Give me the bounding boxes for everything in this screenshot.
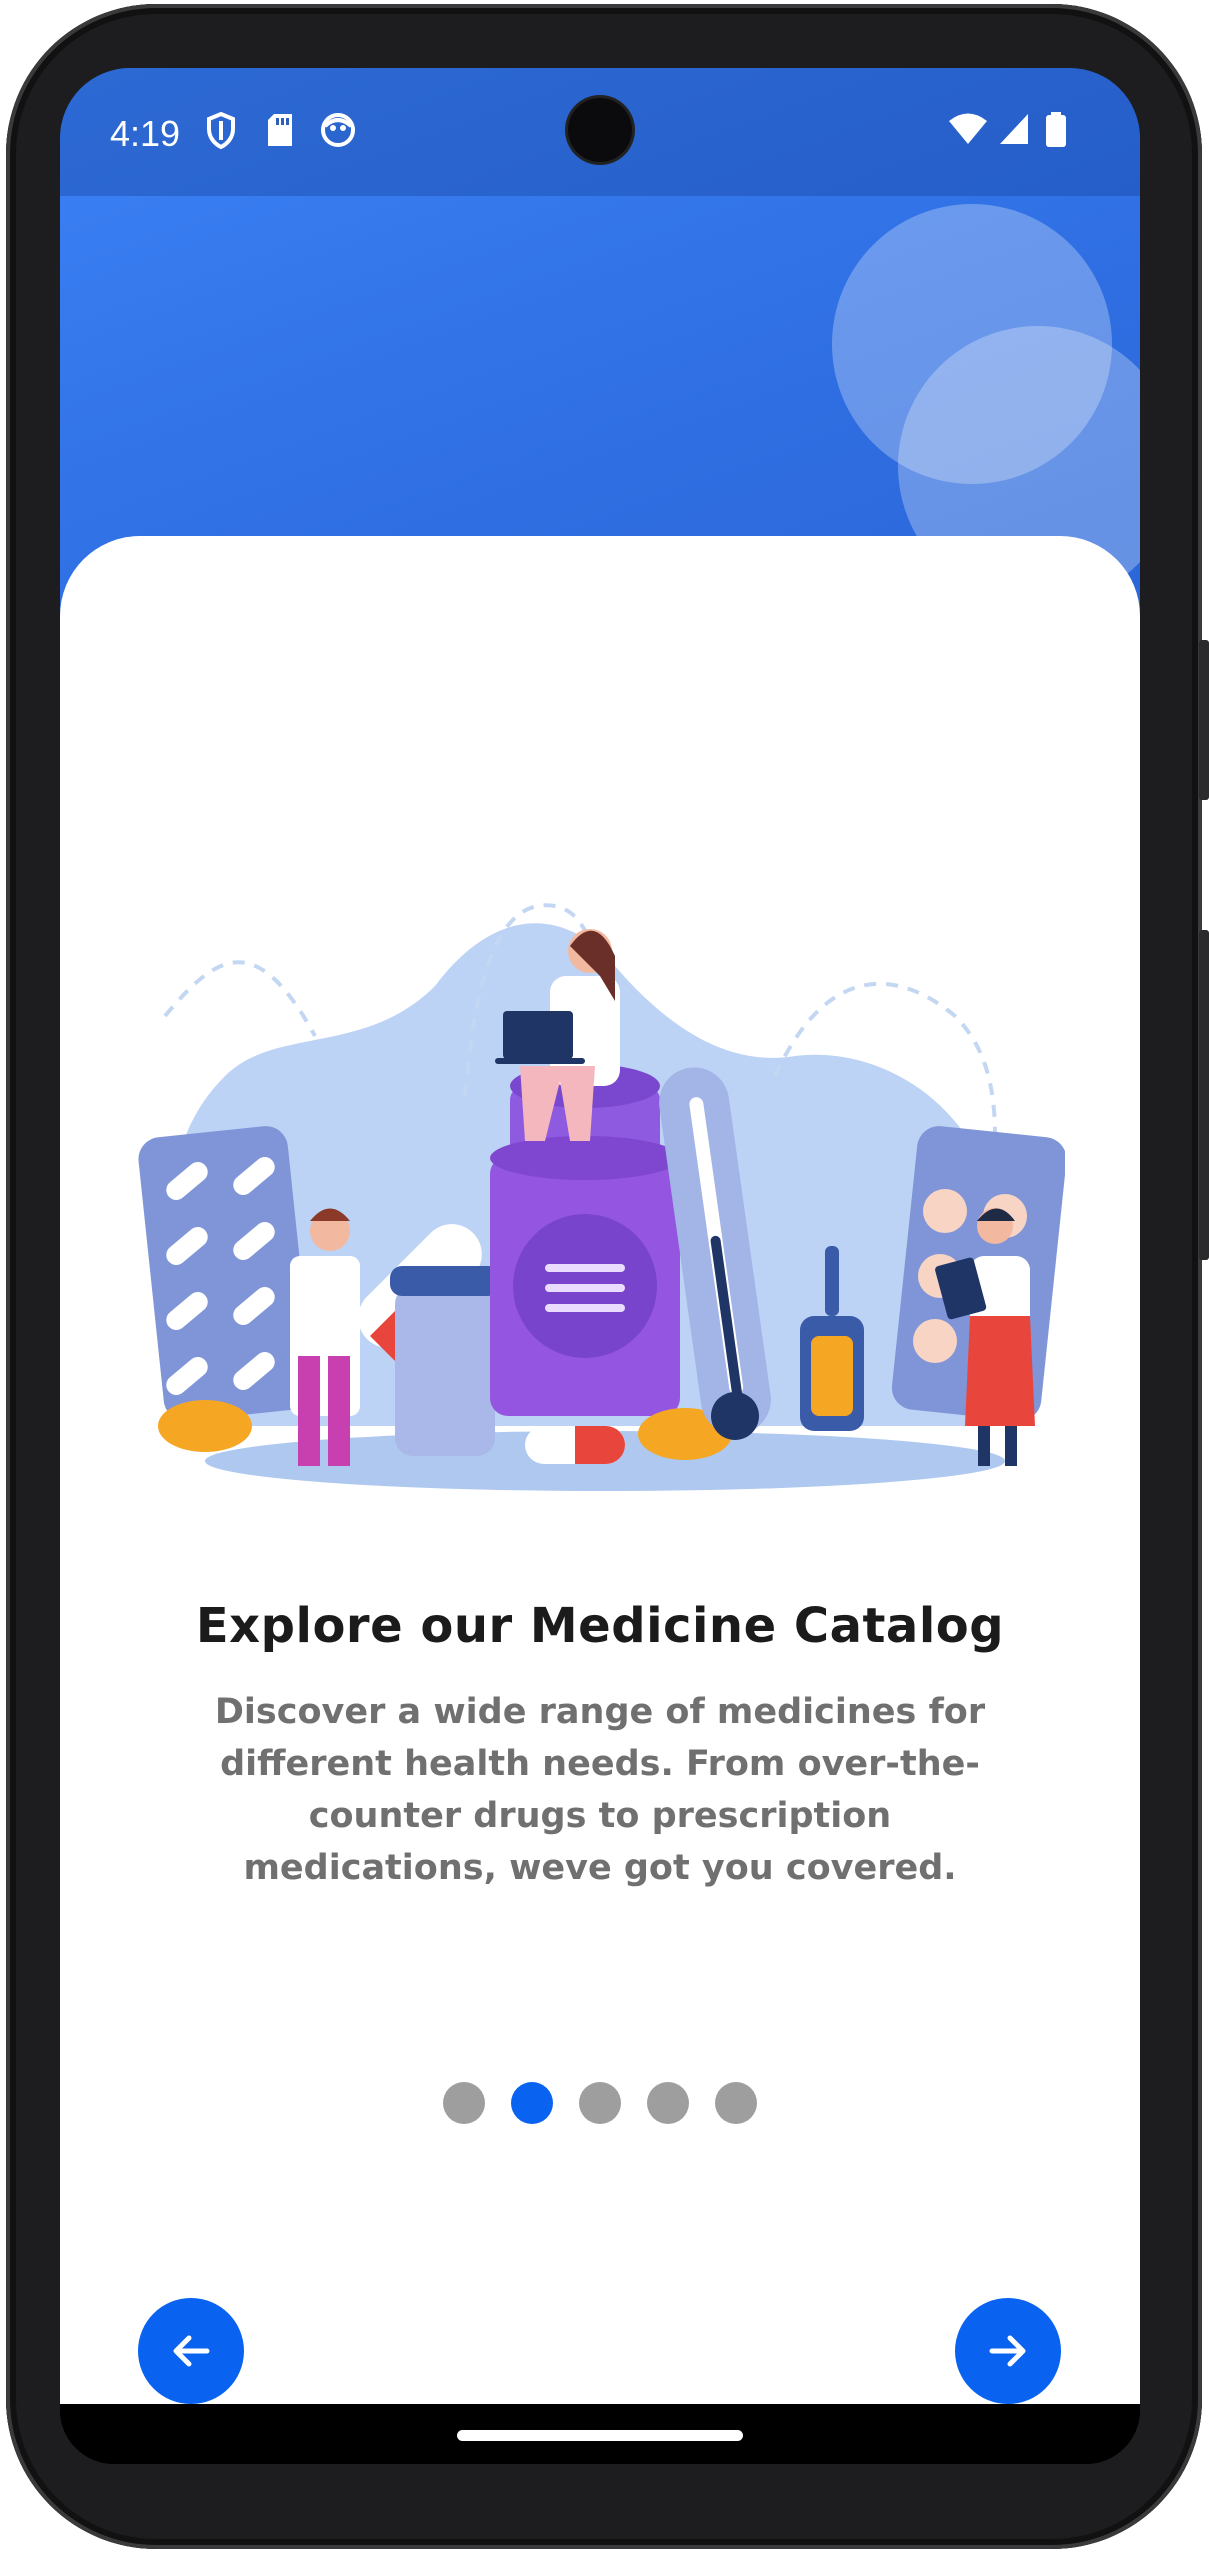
cell-signal-icon: [998, 112, 1030, 150]
page-dot-4[interactable]: [647, 2082, 689, 2124]
phone-device: 4:19 Explore our Medicine Catalog Discov…: [0, 0, 1209, 2553]
arrow-left-icon: [173, 2335, 210, 2367]
page-dot-5[interactable]: [715, 2082, 757, 2124]
screen: 4:19 Explore our Medicine Catalog Discov…: [60, 68, 1140, 2464]
arrow-right-icon: [989, 2335, 1026, 2367]
page-dot-1[interactable]: [443, 2082, 485, 2124]
onboarding-description: Discover a wide range of medicines for d…: [214, 1692, 986, 1888]
page-dot-3[interactable]: [579, 2082, 621, 2124]
volume-button: [1199, 930, 1209, 1260]
next-button[interactable]: [955, 2298, 1061, 2404]
back-button[interactable]: [138, 2298, 244, 2404]
medicine-catalog-illustration: [138, 903, 1065, 1491]
home-gesture-handle[interactable]: [457, 2430, 743, 2441]
battery-icon: [1045, 112, 1067, 152]
status-time: 4:19: [110, 113, 181, 154]
onboarding-card: Explore our Medicine Catalog Discover a …: [60, 536, 1140, 2404]
front-camera: [568, 98, 632, 162]
shield-icon: [206, 111, 236, 154]
onboarding-title: Explore our Medicine Catalog: [195, 1598, 1005, 1654]
power-button: [1199, 640, 1209, 800]
notification-app-icon: [320, 112, 356, 152]
status-bar: 4:19: [60, 68, 1140, 196]
page-dot-2-active[interactable]: [511, 2082, 553, 2124]
sd-card-icon: [266, 112, 294, 152]
page-indicator: [60, 2082, 1140, 2126]
wifi-icon: [948, 112, 988, 150]
